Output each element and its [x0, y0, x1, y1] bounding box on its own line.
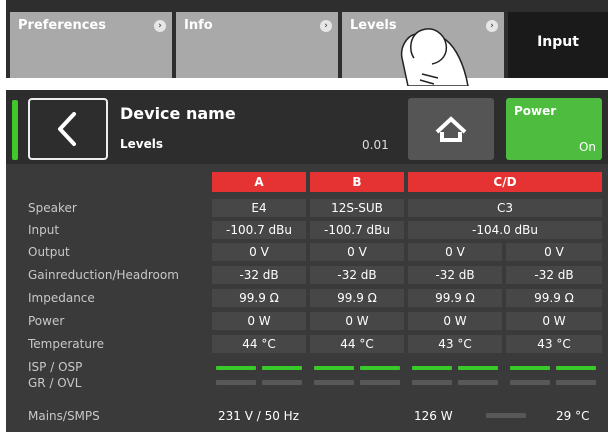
power-button[interactable]: Power On — [506, 98, 602, 160]
output-b: 0 V — [310, 243, 404, 261]
column-header-a: A — [212, 172, 306, 192]
power-a: 0 W — [212, 312, 306, 330]
power-b: 0 W — [310, 312, 404, 330]
ovl-indicator — [360, 380, 400, 385]
power-state: On — [578, 140, 596, 154]
gain-a: -32 dB — [212, 266, 306, 284]
row-label-speaker: Speaker — [28, 201, 77, 215]
input-cd: -104.0 dBu — [408, 221, 602, 239]
row-label-temperature: Temperature — [28, 337, 105, 351]
impedance-a: 99.9 Ω — [212, 289, 306, 307]
gr-indicator — [510, 380, 550, 385]
tab-input-label: Input — [537, 34, 579, 50]
mains-voltage: 231 V / 50 Hz — [218, 409, 300, 423]
osp-indicator — [360, 366, 400, 370]
home-button[interactable] — [408, 98, 494, 160]
row-label-input: Input — [28, 223, 60, 237]
ovl-indicator — [262, 380, 302, 385]
tab-info-label: Info — [184, 18, 213, 33]
speaker-b: 12S-SUB — [310, 199, 404, 217]
row-label-isp: ISP / OSP — [28, 360, 83, 374]
version-value: 0.01 — [362, 138, 389, 152]
row-label-gain: Gainreduction/Headroom — [28, 268, 179, 282]
output-d: 0 V — [506, 243, 602, 261]
smps-load-bar — [486, 413, 526, 418]
output-a: 0 V — [212, 243, 306, 261]
power-c: 0 W — [408, 312, 502, 330]
isp-indicator — [216, 366, 256, 370]
gr-indicator — [216, 380, 256, 385]
osp-indicator — [262, 366, 302, 370]
page-subtitle: Levels — [120, 137, 164, 151]
speaker-cd: C3 — [408, 199, 602, 217]
tap-hand-icon — [400, 28, 469, 86]
gain-d: -32 dB — [506, 266, 602, 284]
smps-temperature: 29 °C — [556, 409, 590, 423]
home-icon — [435, 116, 467, 142]
gain-b: -32 dB — [310, 266, 404, 284]
isp-indicator — [510, 366, 550, 370]
device-title: Device name — [120, 104, 236, 123]
chevron-left-icon — [58, 112, 76, 146]
tab-preferences-label: Preferences — [18, 18, 106, 33]
tab-input[interactable]: Input — [508, 12, 608, 78]
temperature-d: 43 °C — [506, 335, 602, 353]
speaker-a: E4 — [212, 199, 306, 217]
arrow-right-icon: › — [320, 20, 332, 32]
ovl-indicator — [556, 380, 596, 385]
row-label-gr: GR / OVL — [28, 376, 82, 390]
power-d: 0 W — [506, 312, 602, 330]
temperature-c: 43 °C — [408, 335, 502, 353]
isp-indicator — [412, 366, 452, 370]
tab-info[interactable]: Info › — [176, 12, 338, 78]
column-header-cd: C/D — [408, 172, 602, 192]
column-header-b: B — [310, 172, 404, 192]
row-label-output: Output — [28, 245, 70, 259]
gr-indicator — [412, 380, 452, 385]
gr-indicator — [314, 380, 354, 385]
arrow-right-icon: › — [486, 20, 498, 32]
input-b: -100.7 dBu — [310, 221, 404, 239]
input-a: -100.7 dBu — [212, 221, 306, 239]
row-label-power: Power — [28, 314, 65, 328]
temperature-a: 44 °C — [212, 335, 306, 353]
osp-indicator — [458, 366, 498, 370]
temperature-b: 44 °C — [310, 335, 404, 353]
impedance-d: 99.9 Ω — [506, 289, 602, 307]
arrow-right-icon: › — [154, 20, 166, 32]
impedance-c: 99.9 Ω — [408, 289, 502, 307]
back-button[interactable] — [28, 98, 108, 160]
gain-c: -32 dB — [408, 266, 502, 284]
output-c: 0 V — [408, 243, 502, 261]
osp-indicator — [556, 366, 596, 370]
smps-power: 126 W — [414, 409, 453, 423]
power-label: Power — [514, 104, 557, 118]
row-label-impedance: Impedance — [28, 291, 95, 305]
impedance-b: 99.9 Ω — [310, 289, 404, 307]
isp-indicator — [314, 366, 354, 370]
status-indicator — [12, 100, 18, 160]
ovl-indicator — [458, 380, 498, 385]
tab-preferences[interactable]: Preferences › — [10, 12, 172, 78]
row-label-mains: Mains/SMPS — [28, 409, 100, 423]
